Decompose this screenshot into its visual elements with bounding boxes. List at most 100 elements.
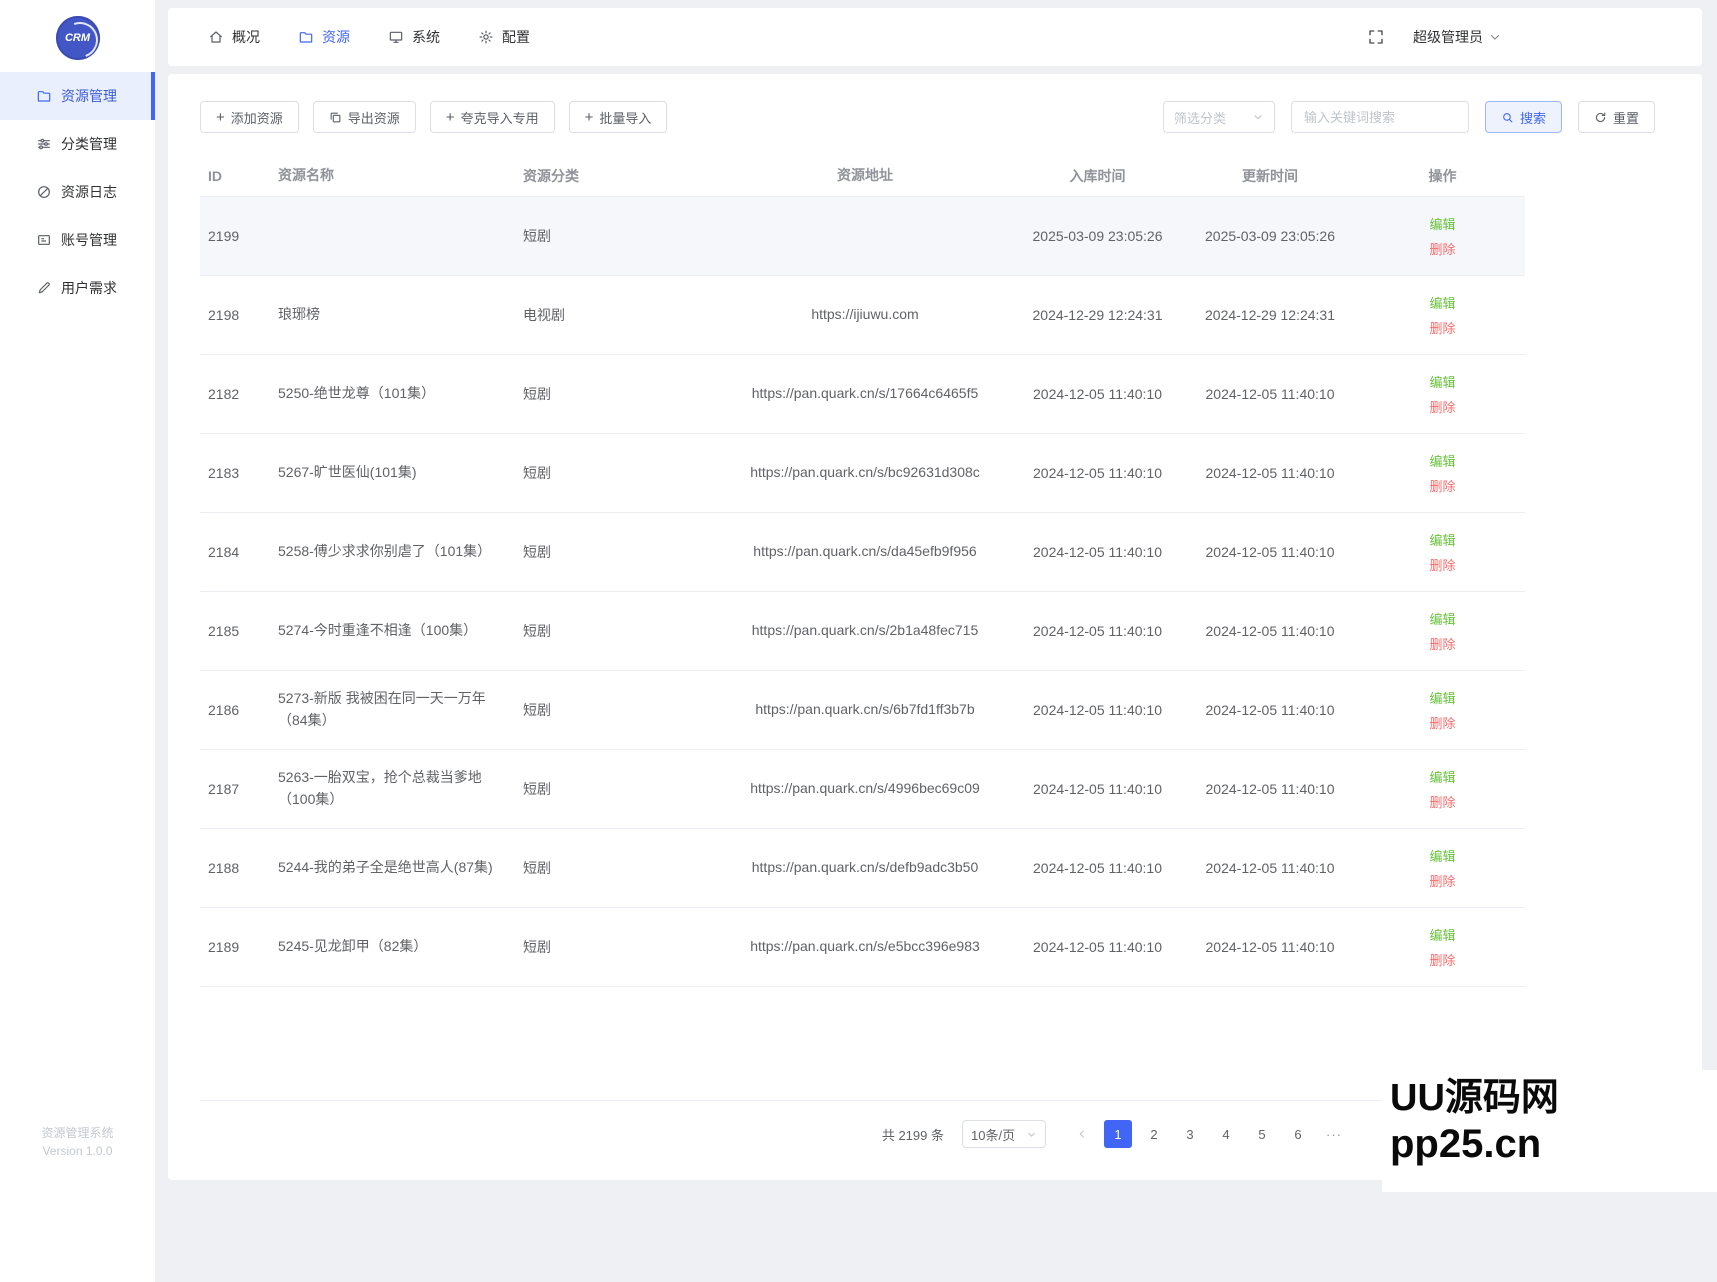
cell-created-time: 2024-12-05 11:40:10 [1033, 465, 1162, 481]
nav-item-system[interactable]: 系统 [388, 27, 440, 47]
delete-link[interactable]: 删除 [1429, 713, 1455, 732]
edit-link[interactable]: 编辑 [1429, 688, 1455, 707]
chevron-down-icon [1488, 30, 1502, 44]
cell-resource-category: 短剧 [523, 781, 551, 797]
log-icon [36, 184, 52, 200]
cell-id: 2182 [208, 386, 240, 402]
sliders-icon [36, 136, 52, 152]
nav-item-config[interactable]: 配置 [478, 27, 530, 47]
cell-created-time: 2024-12-05 11:40:10 [1033, 860, 1162, 876]
cell-created-time: 2024-12-05 11:40:10 [1033, 386, 1162, 402]
logo-text: CRM [64, 32, 91, 44]
cell-resource-category: 短剧 [523, 939, 551, 955]
table-row: 2184 5258-傅少求求你别虐了（101集） 短剧 https://pan.… [200, 513, 1525, 592]
cell-resource-category: 短剧 [523, 623, 551, 639]
refresh-icon [1594, 111, 1607, 124]
delete-link[interactable]: 删除 [1429, 318, 1455, 337]
cell-resource-category: 短剧 [523, 860, 551, 876]
table-row: 2189 5245-见龙卸甲（82集） 短剧 https://pan.quark… [200, 908, 1525, 987]
edit-link[interactable]: 编辑 [1429, 530, 1455, 549]
more-pages-ellipsis[interactable]: ··· [1320, 1120, 1348, 1148]
cell-id: 2187 [208, 781, 240, 797]
table-row: 2186 5273-新版 我被困在同一天一万年（84集） 短剧 https://… [200, 671, 1525, 750]
sidebar-item-category-management[interactable]: 分类管理 [0, 120, 155, 168]
user-menu[interactable]: 超级管理员 [1413, 27, 1502, 47]
edit-link[interactable]: 编辑 [1429, 846, 1455, 865]
edit-link[interactable]: 编辑 [1429, 767, 1455, 786]
app-logo: CRM [0, 0, 155, 76]
cell-resource-category: 短剧 [523, 386, 551, 402]
delete-link[interactable]: 删除 [1429, 871, 1455, 890]
page-number-button[interactable]: 3 [1176, 1120, 1204, 1148]
edit-link[interactable]: 编辑 [1429, 293, 1455, 312]
edit-link[interactable]: 编辑 [1429, 925, 1455, 944]
plus-icon: + [216, 108, 225, 126]
cell-actions: 编辑 删除 [1360, 214, 1525, 258]
export-resource-button[interactable]: 导出资源 [312, 101, 416, 133]
cell-id: 2183 [208, 465, 240, 481]
page-number-button[interactable]: 1 [1104, 1120, 1132, 1148]
cell-created-time: 2024-12-05 11:40:10 [1033, 544, 1162, 560]
sidebar: CRM 资源管理 分类管理 资源日志 账号管理 用户需求 资源管理系统 Vers… [0, 0, 155, 1282]
sidebar-item-account-management[interactable]: 账号管理 [0, 216, 155, 264]
sidebar-item-label: 用户需求 [61, 280, 117, 296]
keyword-search-input[interactable] [1290, 101, 1469, 133]
copy-icon [329, 111, 342, 124]
previous-page-button[interactable] [1068, 1120, 1096, 1148]
cell-actions: 编辑 删除 [1360, 688, 1525, 732]
edit-link[interactable]: 编辑 [1429, 609, 1455, 628]
delete-link[interactable]: 删除 [1429, 634, 1455, 653]
cell-id: 2186 [208, 702, 240, 718]
delete-link[interactable]: 删除 [1429, 950, 1455, 969]
plus-icon: + [584, 108, 594, 126]
nav-item-overview[interactable]: 概况 [208, 27, 260, 47]
toolbar: + 添加资源 导出资源 + 夸克导入专用 + 批量导入 筛选分类 输入关键词搜索… [200, 101, 1670, 133]
sidebar-menu: 资源管理 分类管理 资源日志 账号管理 用户需求 [0, 72, 155, 312]
table-header-row: ID 资源名称 资源分类 资源地址 入库时间 更新时间 操作 [200, 155, 1525, 197]
delete-link[interactable]: 删除 [1429, 555, 1455, 574]
edit-link[interactable]: 编辑 [1429, 214, 1455, 233]
cell-created-time: 2024-12-05 11:40:10 [1033, 702, 1162, 718]
page-size-select[interactable]: 10条/页 [962, 1120, 1046, 1148]
edit-link[interactable]: 编辑 [1429, 451, 1455, 470]
table-row: 2182 5250-绝世龙尊（101集） 短剧 https://pan.quar… [200, 355, 1525, 434]
page-number-button[interactable]: 2 [1140, 1120, 1168, 1148]
page-number-button[interactable]: 5 [1248, 1120, 1276, 1148]
delete-link[interactable]: 删除 [1429, 792, 1455, 811]
delete-link[interactable]: 删除 [1429, 476, 1455, 495]
page-number-button[interactable]: 4 [1212, 1120, 1240, 1148]
header-actions: 操作 [1428, 167, 1457, 184]
cell-resource-name: 琅琊榜 [278, 306, 320, 323]
table-row: 2199 短剧 2025-03-09 23:05:26 2025-03-09 2… [200, 197, 1525, 276]
delete-link[interactable]: 删除 [1429, 239, 1455, 258]
app-version: Version 1.0.0 [42, 1143, 113, 1158]
edit-link[interactable]: 编辑 [1429, 372, 1455, 391]
cell-resource-url: https://pan.quark.cn/s/bc92631d308c [750, 464, 980, 481]
batch-import-button[interactable]: + 批量导入 [568, 101, 668, 133]
cell-resource-category: 短剧 [523, 228, 551, 244]
reset-button[interactable]: 重置 [1577, 101, 1655, 133]
cell-actions: 编辑 删除 [1360, 609, 1525, 653]
fullscreen-icon[interactable] [1367, 28, 1385, 46]
sidebar-item-resource-management[interactable]: 资源管理 [0, 72, 155, 120]
topbar: 概况 资源 系统 配置 超级管理员 [168, 8, 1702, 66]
search-icon [1501, 111, 1514, 124]
sidebar-item-user-requirements[interactable]: 用户需求 [0, 264, 155, 312]
category-filter-select[interactable]: 筛选分类 [1162, 101, 1275, 133]
cell-actions: 编辑 删除 [1360, 767, 1525, 811]
quark-import-button[interactable]: + 夸克导入专用 [429, 101, 555, 133]
table-row: 2185 5274-今时重逢不相逢（100集） 短剧 https://pan.q… [200, 592, 1525, 671]
add-resource-button[interactable]: + 添加资源 [200, 101, 299, 133]
delete-link[interactable]: 删除 [1429, 397, 1455, 416]
cell-resource-url: https://pan.quark.cn/s/17664c6465f5 [751, 385, 979, 402]
cell-updated-time: 2024-12-05 11:40:10 [1205, 623, 1335, 639]
sidebar-item-resource-logs[interactable]: 资源日志 [0, 168, 155, 216]
watermark-line2: pp25.cn [1390, 1121, 1542, 1166]
chevron-down-icon [1252, 111, 1264, 123]
search-button[interactable]: 搜索 [1484, 101, 1562, 133]
folder-icon [298, 29, 314, 45]
table-row: 2188 5244-我的弟子全是绝世高人(87集) 短剧 https://pan… [200, 829, 1525, 908]
page-number-button[interactable]: 6 [1284, 1120, 1312, 1148]
cell-id: 2189 [208, 939, 240, 955]
nav-item-resources[interactable]: 资源 [298, 27, 350, 47]
